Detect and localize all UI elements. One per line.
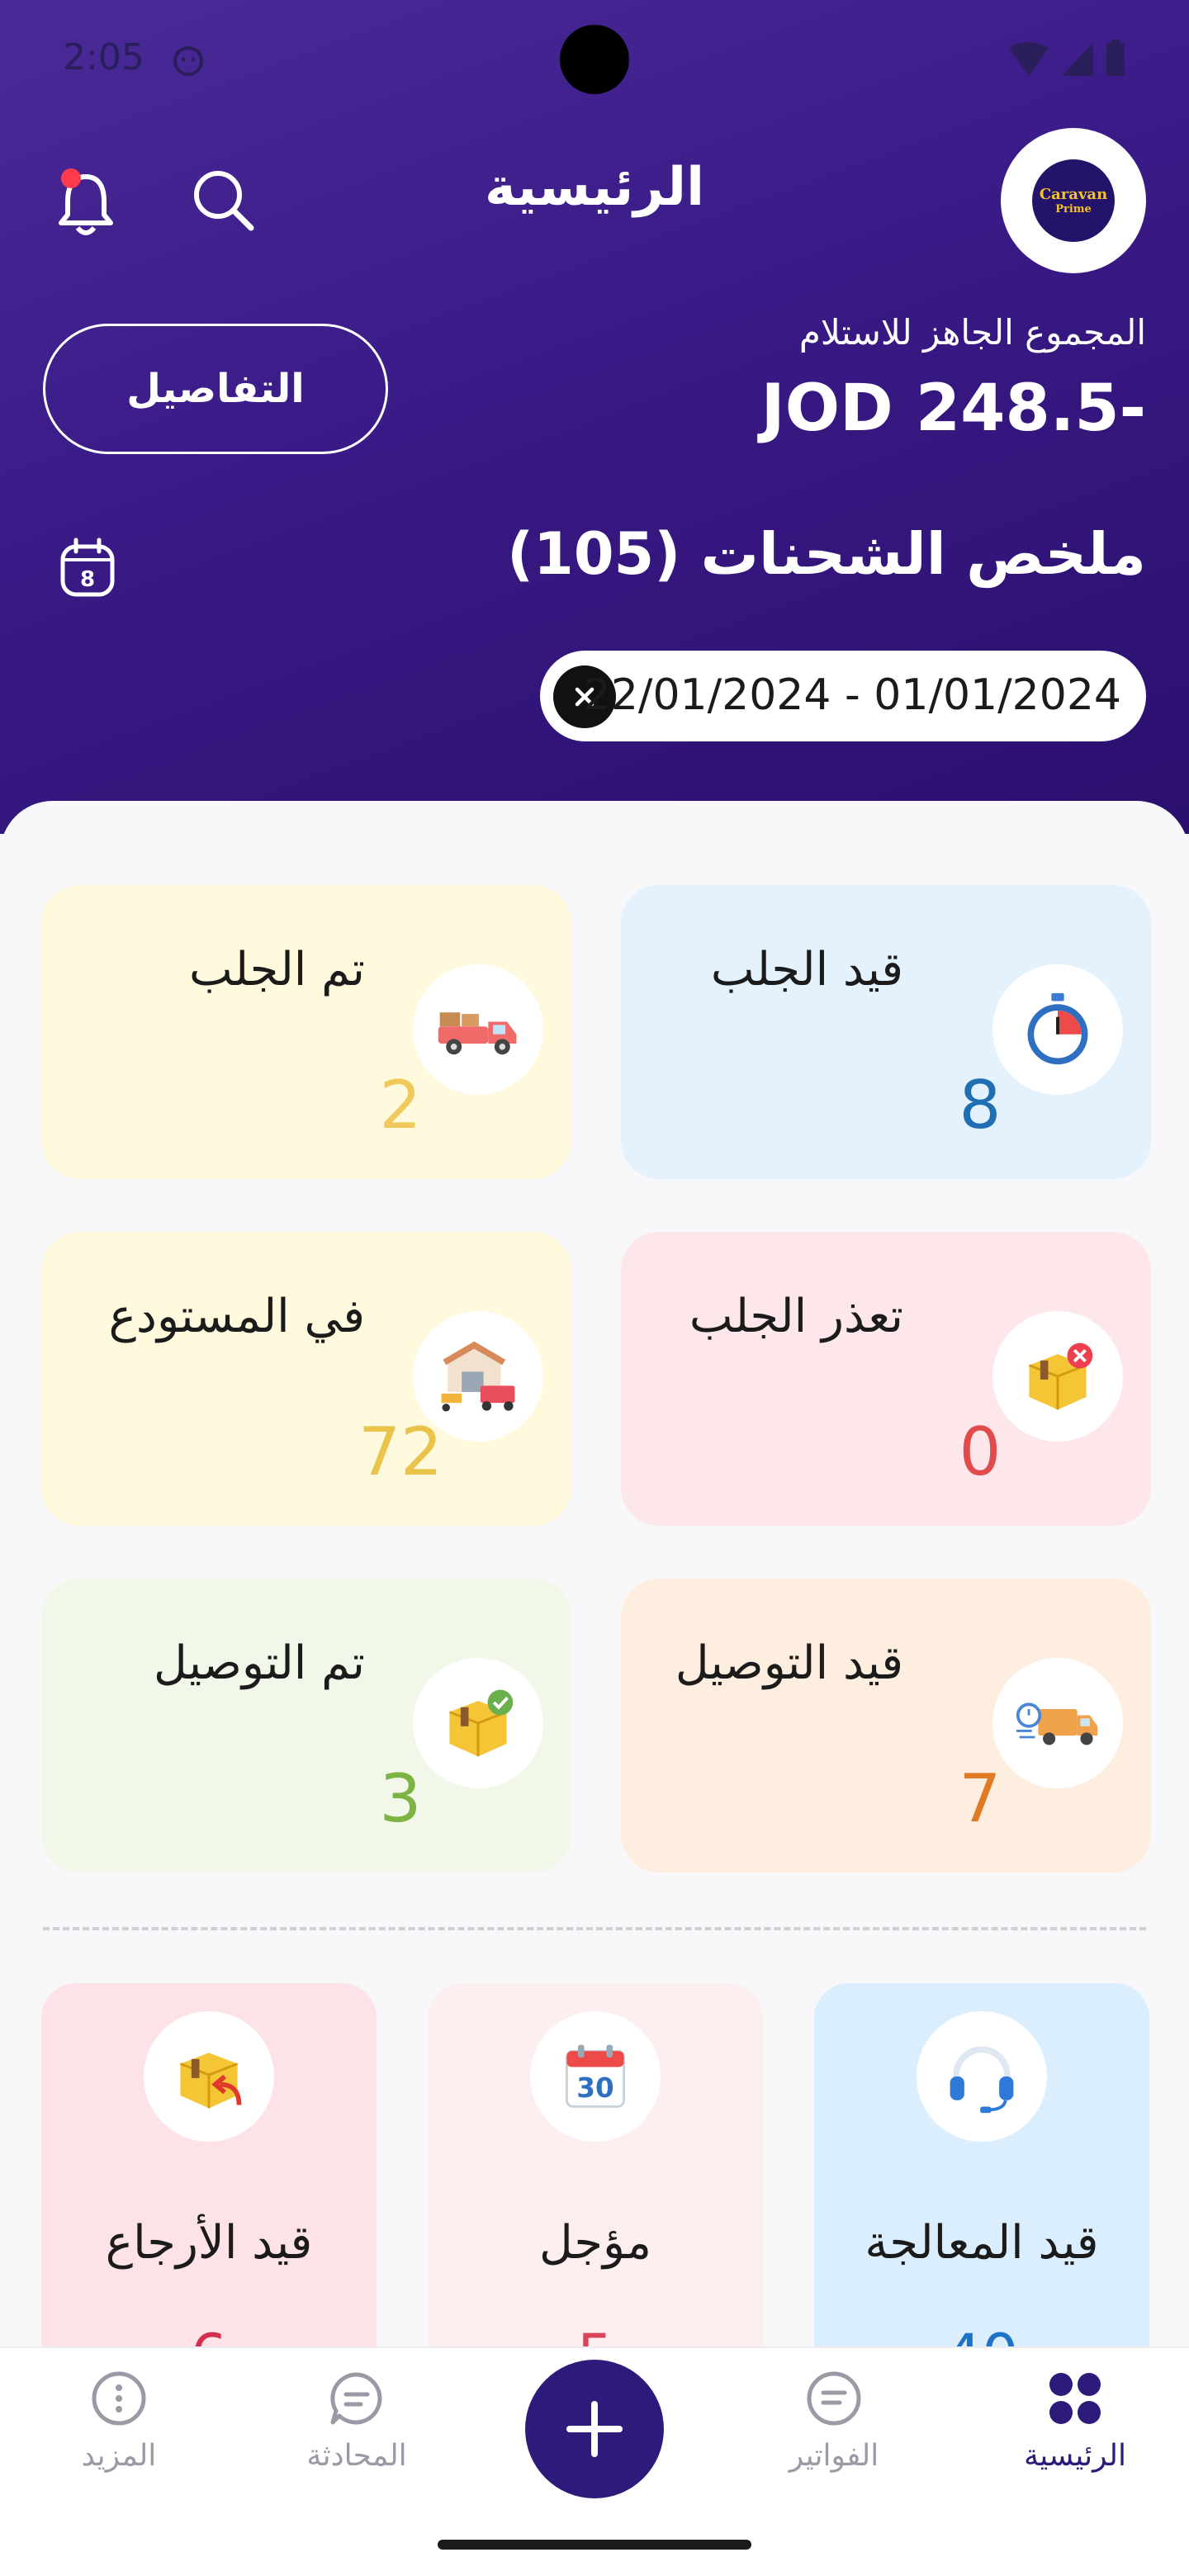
tile-icon-wrap: 30	[530, 2011, 661, 2142]
ready-for-pickup-label: المجموع الجاهز للاستلام	[798, 312, 1146, 353]
logo-line1: Caravan	[1039, 186, 1108, 203]
box-error-icon	[1028, 1342, 1093, 1410]
nav-label: المزيد	[81, 2439, 157, 2473]
shipments-summary-title: ملخص الشحنات (105)	[507, 520, 1146, 588]
status-card-picked-up[interactable]: تم الجلب 2	[41, 885, 571, 1179]
battery-icon	[1106, 43, 1125, 76]
card-count: 7	[959, 1760, 1002, 1837]
notification-face-icon	[173, 46, 203, 76]
card-title: تعذر الجلب	[689, 1290, 903, 1343]
plus-icon	[566, 2401, 623, 2457]
pickup-truck-icon	[438, 1012, 517, 1055]
card-count: 72	[358, 1413, 443, 1490]
nav-icon-wrap	[90, 2370, 148, 2427]
signal-icon	[1062, 43, 1093, 76]
details-button[interactable]: التفاصيل	[43, 324, 388, 454]
notification-bell-icon[interactable]	[53, 165, 119, 239]
box-return-icon	[179, 2053, 242, 2109]
calendar-icon: 8	[60, 537, 115, 597]
company-logo[interactable]: Caravan Prime	[1001, 128, 1146, 273]
box-check-icon	[448, 1689, 514, 1757]
calendar-button[interactable]: 8	[58, 537, 117, 599]
warehouse-icon	[441, 1341, 515, 1412]
wifi-icon	[1009, 42, 1049, 76]
content-area: قيد الجلب 8 تم الجلب 2 تعذر الجلب 0 في ا…	[0, 801, 1189, 2452]
nav-label: المحادثة	[306, 2439, 407, 2473]
svg-text:30: 30	[576, 2072, 613, 2104]
status-card-in-warehouse[interactable]: في المستودع 72	[41, 1232, 571, 1526]
tile-title: قيد الأرجاع	[105, 2216, 313, 2270]
card-count: 2	[379, 1067, 422, 1144]
nav-icon-wrap	[805, 2370, 863, 2427]
nav-home[interactable]: الرئيسية	[992, 2370, 1158, 2493]
logo-line2: Prime	[1055, 203, 1092, 215]
logo-mark: Caravan Prime	[1032, 159, 1115, 242]
status-card-pending-pickup[interactable]: قيد الجلب 8	[621, 885, 1151, 1179]
invoice-icon	[807, 2371, 861, 2426]
status-icons	[1009, 40, 1125, 76]
date-range-filter[interactable]: 22/01/2024 - 01/01/2024	[540, 651, 1146, 741]
card-title: في المستودع	[108, 1290, 365, 1343]
nav-icon-wrap	[328, 2370, 386, 2427]
tile-icon-wrap	[917, 2011, 1047, 2142]
card-title: تم الجلب	[189, 943, 365, 997]
nav-label: الرئيسية	[1024, 2439, 1126, 2473]
status-time: 2:05	[63, 36, 144, 78]
add-shipment-button[interactable]	[525, 2360, 664, 2498]
status-card-pickup-failed[interactable]: تعذر الجلب 0	[621, 1232, 1151, 1526]
grid-icon	[1049, 2373, 1101, 2424]
camera-cutout	[560, 25, 629, 94]
card-count: 8	[959, 1067, 1002, 1144]
chat-icon	[330, 2372, 382, 2425]
ready-for-pickup-amount: JOD 248.5-	[760, 372, 1146, 446]
tile-title: مؤجل	[539, 2216, 651, 2270]
card-title: قيد التوصيل	[675, 1636, 903, 1690]
page-title: الرئيسية	[485, 157, 704, 218]
nav-invoices[interactable]: الفواتير	[751, 2370, 917, 2493]
header: 2:05 الرئيسية Caravan Prime المجموع الجا…	[0, 0, 1189, 834]
bottom-navigation: الرئيسية الفواتير المحادثة المزيد	[0, 2346, 1189, 2576]
nav-icon-wrap	[1046, 2370, 1104, 2427]
card-title: تم التوصيل	[154, 1636, 365, 1690]
tile-title: قيد المعالجة	[865, 2216, 1099, 2270]
status-card-out-for-delivery[interactable]: قيد التوصيل 7	[621, 1579, 1151, 1873]
tile-icon-wrap	[144, 2011, 274, 2142]
section-divider	[43, 1927, 1146, 1930]
headset-icon	[950, 2046, 1014, 2114]
date-range-text: 22/01/2024 - 01/01/2024	[583, 670, 1121, 720]
search-icon[interactable]	[188, 165, 258, 234]
card-title: قيد الجلب	[710, 943, 903, 997]
calendar-30-icon: 30	[566, 2044, 625, 2108]
status-bar: 2:05	[0, 0, 1189, 124]
card-count: 3	[379, 1760, 422, 1837]
more-icon	[92, 2371, 146, 2426]
status-card-delivered[interactable]: تم التوصيل 3	[41, 1579, 571, 1873]
nav-chat[interactable]: المحادثة	[274, 2370, 439, 2493]
card-count: 0	[959, 1413, 1002, 1490]
stopwatch-icon	[1027, 992, 1088, 1065]
nav-label: الفواتير	[789, 2439, 879, 2473]
nav-more[interactable]: المزيد	[36, 2370, 201, 2493]
home-indicator	[438, 2540, 751, 2550]
calendar-day: 8	[80, 567, 95, 592]
delivery-van-icon	[1016, 1702, 1098, 1745]
